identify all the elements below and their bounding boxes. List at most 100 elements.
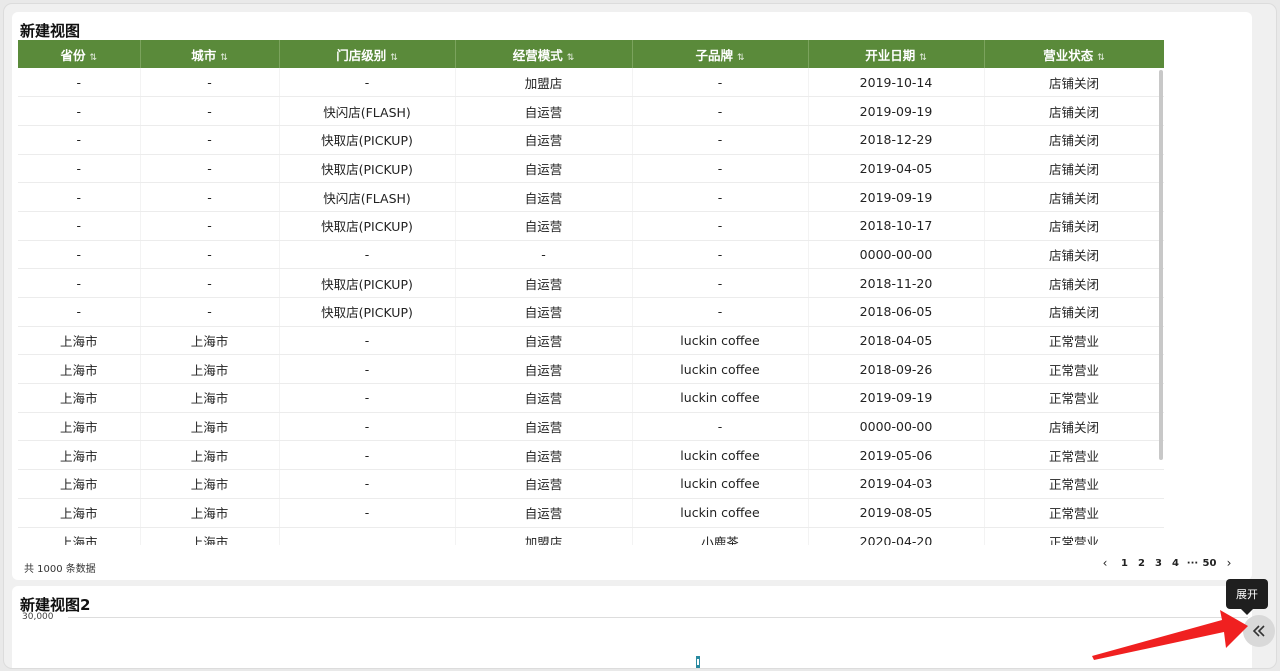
page-number[interactable]: 1 (1116, 558, 1133, 569)
table-cell: 快取店(PICKUP) (279, 268, 456, 298)
table-cell: - (18, 68, 141, 98)
column-header-label: 开业日期 (865, 47, 916, 63)
table-cell: 店铺关闭 (984, 68, 1164, 98)
column-header-label: 省份 (60, 47, 86, 63)
view-card-1: 新建视图 省份 ⇅ 城市 ⇅ 门店级别 ⇅ 经营模式 ⇅ 子品牌 ⇅ 开业日期 ⇅ 营业状态 ⇅ ---加… (12, 12, 1252, 580)
column-header[interactable]: 门店级别 ⇅ (279, 40, 456, 68)
table-cell: 上海市 (140, 469, 280, 499)
table-cell: 上海市 (18, 440, 141, 471)
table-row[interactable]: 上海市 上海市 - 自运营 -0000-00-00 店铺关闭 (18, 412, 1164, 442)
table-row[interactable]: - - 快闪店(FLASH) 自运营 -2019-09-19 店铺关闭 (18, 182, 1164, 212)
table-cell: 自运营 (455, 154, 633, 184)
table-cell: - (632, 412, 809, 442)
table-cell: - (140, 68, 280, 98)
column-header-label: 经营模式 (512, 47, 563, 63)
table-cell: - (632, 240, 809, 270)
table-cell: luckin coffee (632, 354, 809, 385)
table-cell: 自运营 (455, 96, 633, 126)
column-header[interactable]: 经营模式 ⇅ (455, 40, 633, 68)
table-row[interactable]: - - 快闪店(FLASH) 自运营 -2019-09-19 店铺关闭 (18, 96, 1164, 126)
table-row[interactable]: - - 快取店(PICKUP) 自运营 -2018-06-05 店铺关闭 (18, 297, 1164, 327)
table-cell: - (140, 268, 280, 298)
table-cell: luckin coffee (632, 383, 809, 413)
table-cell: 2018-09-26 (808, 354, 985, 385)
table-cell (279, 527, 456, 545)
sort-icon[interactable]: ⇅ (390, 53, 398, 63)
table-cell: - (632, 154, 809, 184)
table-cell: 店铺关闭 (984, 182, 1164, 212)
table-row[interactable]: 上海市 上海市 加盟店 小鹿茶 2020-04-20 正常营业 (18, 527, 1164, 545)
table-cell: 自运营 (455, 182, 633, 212)
table-row[interactable]: 上海市 上海市 - 自运营 luckin coffee 2019-09-19 正常营业 (18, 383, 1164, 413)
sort-icon[interactable]: ⇅ (89, 53, 97, 63)
chevron-left-icon[interactable]: ‹ (1094, 556, 1116, 570)
table-cell: - (140, 240, 280, 270)
page-number[interactable]: 4 (1167, 558, 1184, 569)
column-header[interactable]: 城市 ⇅ (140, 40, 280, 68)
page-number[interactable]: 50 (1201, 558, 1218, 569)
table-cell: 店铺关闭 (984, 211, 1164, 241)
table-cell: - (632, 297, 809, 327)
chevron-right-icon[interactable]: › (1218, 556, 1240, 570)
table-row[interactable]: - - 快取店(PICKUP) 自运营 -2018-11-20 店铺关闭 (18, 268, 1164, 298)
table-cell: 上海市 (140, 383, 280, 413)
table-cell: - (140, 125, 280, 155)
table-cell: 自运营 (455, 211, 633, 241)
column-header-label: 门店级别 (336, 47, 387, 63)
table-row[interactable]: - - 快取店(PICKUP) 自运营 -2018-12-29 店铺关闭 (18, 125, 1164, 155)
table-cell: 快取店(PICKUP) (279, 125, 456, 155)
table-row[interactable]: 上海市 上海市 - 自运营 luckin coffee 2019-08-05 正常营业 (18, 498, 1164, 528)
column-header[interactable]: 省份 ⇅ (18, 40, 141, 68)
table-row[interactable]: - - - 加盟店 -2019-10-14 店铺关闭 (18, 68, 1164, 98)
table-cell: - (632, 125, 809, 155)
table-cell: 2019-08-05 (808, 498, 985, 528)
table-cell: 2020-04-20 (808, 527, 985, 545)
column-header[interactable]: 开业日期 ⇅ (808, 40, 985, 68)
table-cell: - (455, 240, 633, 270)
app-window: 新建视图 省份 ⇅ 城市 ⇅ 门店级别 ⇅ 经营模式 ⇅ 子品牌 ⇅ 开业日期 ⇅ 营业状态 ⇅ ---加… (4, 4, 1276, 668)
sort-icon[interactable]: ⇅ (567, 53, 575, 63)
table-cell: - (140, 96, 280, 126)
table-cell: 自运营 (455, 498, 633, 528)
pagination-ellipsis[interactable]: ··· (1184, 558, 1201, 569)
table-row[interactable]: 上海市 上海市 - 自运营 luckin coffee 2019-05-06 正常营业 (18, 440, 1164, 471)
table-cell: 快闪店(FLASH) (279, 96, 456, 126)
table-cell: 上海市 (140, 498, 280, 528)
table-cell: 上海市 (18, 469, 141, 499)
table-row[interactable]: 上海市 上海市 - 自运营 luckin coffee 2019-04-03 正常营业 (18, 469, 1164, 499)
table-cell: 店铺关闭 (984, 96, 1164, 126)
table-cell: 上海市 (18, 498, 141, 528)
table-cell: 正常营业 (984, 469, 1164, 499)
sort-icon[interactable]: ⇅ (919, 53, 927, 63)
table-cell: 上海市 (140, 412, 280, 442)
table-row[interactable]: 上海市 上海市 - 自运营 luckin coffee 2018-04-05 正常营业 (18, 326, 1164, 356)
table-row[interactable]: - - - - -0000-00-00 店铺关闭 (18, 240, 1164, 270)
table-cell: - (632, 68, 809, 98)
red-arrow-icon (1092, 610, 1248, 660)
page-number[interactable]: 3 (1150, 558, 1167, 569)
table-cell: 自运营 (455, 440, 633, 471)
column-header[interactable]: 营业状态 ⇅ (984, 40, 1164, 68)
table-cell: 店铺关闭 (984, 240, 1164, 270)
sort-icon[interactable]: ⇅ (1097, 53, 1105, 63)
chart-marker-icon (696, 656, 700, 668)
table-cell: 正常营业 (984, 440, 1164, 471)
table-cell: 上海市 (18, 326, 141, 356)
table-cell: - (279, 240, 456, 270)
table-cell: - (279, 440, 456, 471)
table-cell: 2018-12-29 (808, 125, 985, 155)
table-cell: - (632, 268, 809, 298)
sort-icon[interactable]: ⇅ (220, 53, 228, 63)
table-row[interactable]: - - 快取店(PICKUP) 自运营 -2018-10-17 店铺关闭 (18, 211, 1164, 241)
page-number[interactable]: 2 (1133, 558, 1150, 569)
table-cell: 2019-05-06 (808, 440, 985, 471)
vertical-scrollbar[interactable] (1159, 70, 1163, 460)
column-header[interactable]: 子品牌 ⇅ (632, 40, 809, 68)
table-cell: 2018-06-05 (808, 297, 985, 327)
table-row[interactable]: - - 快取店(PICKUP) 自运营 -2019-04-05 店铺关闭 (18, 154, 1164, 184)
table-cell: 自运营 (455, 297, 633, 327)
table-cell: 上海市 (140, 326, 280, 356)
table-row[interactable]: 上海市 上海市 - 自运营 luckin coffee 2018-09-26 正常营业 (18, 354, 1164, 385)
table-cell: 2019-10-14 (808, 68, 985, 98)
sort-icon[interactable]: ⇅ (737, 53, 745, 63)
